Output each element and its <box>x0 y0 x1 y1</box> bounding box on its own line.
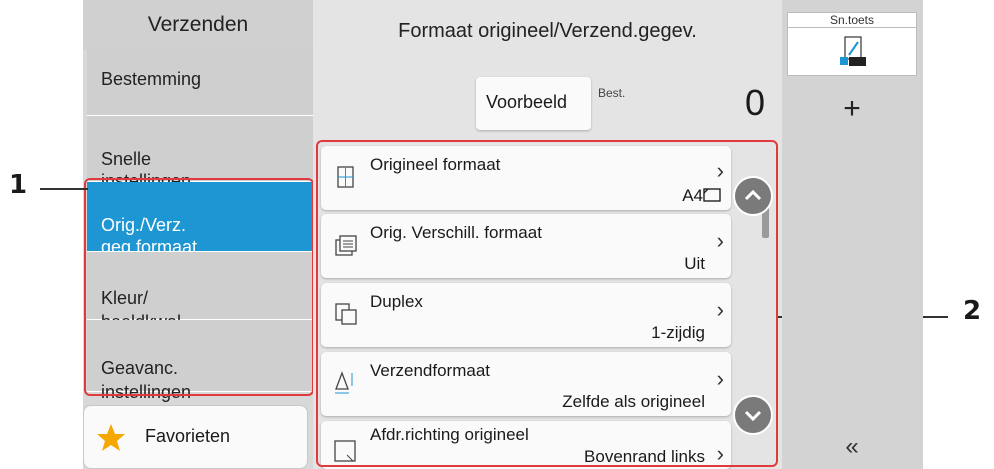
favorites-label: Favorieten <box>145 426 231 446</box>
callout-box-1 <box>84 178 314 396</box>
add-shortcut-button[interactable]: + <box>787 84 917 134</box>
star-icon <box>97 424 125 451</box>
destination-count: 0 <box>745 82 766 123</box>
nav-item-label: Bestemming <box>101 69 202 89</box>
shortcut-key[interactable]: Sn.toets <box>787 12 917 76</box>
callout-line-1 <box>40 188 88 190</box>
preview-button[interactable]: Voorbeeld <box>476 77 591 130</box>
right-panel: Sn.toets + « <box>782 0 923 469</box>
page-title: Formaat origineel/Verzend.gegev. <box>398 20 697 42</box>
destination-label: Best. <box>598 86 626 100</box>
nav-title: Verzenden <box>83 0 313 50</box>
nav-item-bestemming[interactable]: Bestemming <box>87 50 313 116</box>
preview-label: Voorbeeld <box>486 92 568 112</box>
shortcut-edit-icon <box>840 36 866 66</box>
shortcut-label: Sn.toets <box>788 13 916 28</box>
callout-number-2: 2 <box>963 296 982 326</box>
collapse-panel-button[interactable]: « <box>787 424 917 469</box>
nav-item-snelle-instellingen[interactable]: Snelle instellingen <box>87 116 313 191</box>
callout-box-2 <box>316 140 778 467</box>
callout-number-1: 1 <box>9 170 28 200</box>
favorites-button[interactable]: Favorieten <box>83 405 308 469</box>
